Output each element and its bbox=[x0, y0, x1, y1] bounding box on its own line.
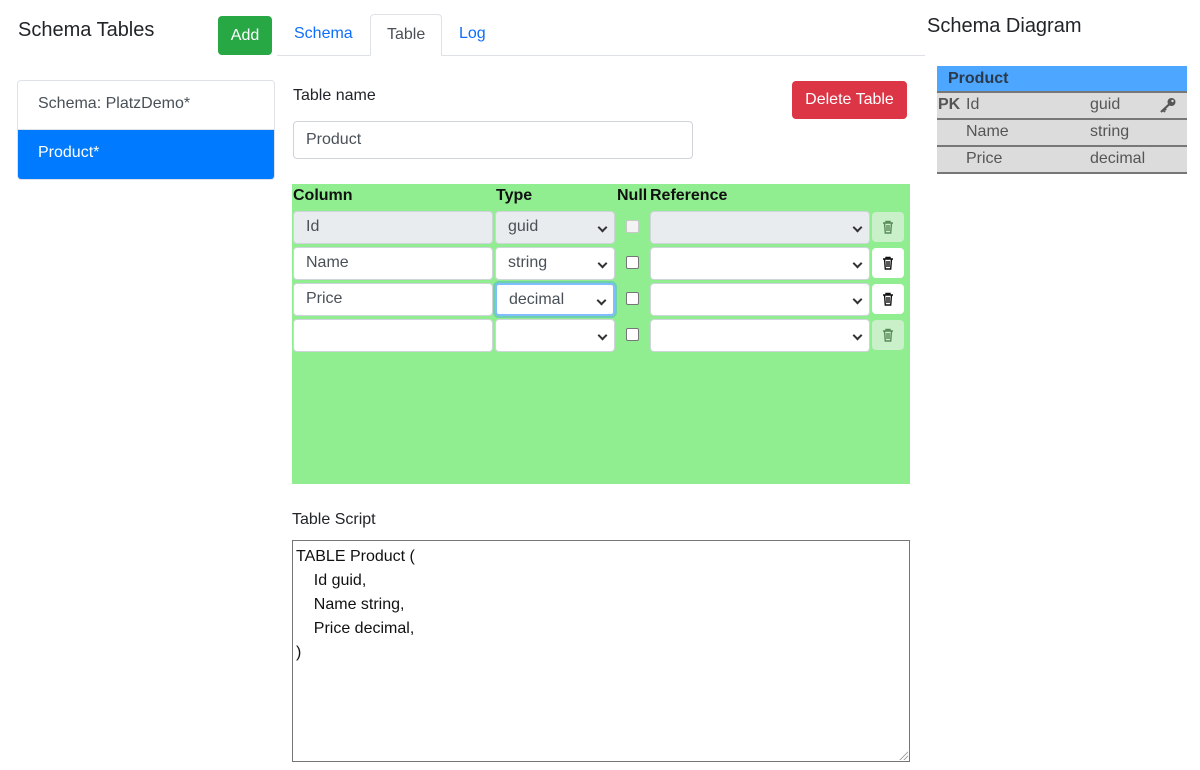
chevron-down-icon bbox=[596, 295, 607, 306]
delete-column-button[interactable] bbox=[872, 212, 904, 242]
type-select[interactable]: guid bbox=[495, 211, 615, 244]
reference-select[interactable] bbox=[650, 211, 870, 244]
null-header: Null bbox=[617, 187, 648, 204]
reference-select[interactable] bbox=[650, 283, 870, 316]
type-select-value: guid bbox=[508, 218, 539, 235]
table-script-content: TABLE Product ( Id guid, Name string, Pr… bbox=[296, 548, 415, 661]
null-checkbox[interactable] bbox=[626, 256, 639, 269]
tab-schema[interactable]: Schema bbox=[278, 14, 369, 56]
diagram-row: PK Id guid bbox=[937, 93, 1187, 120]
table-script-textarea[interactable]: TABLE Product ( Id guid, Name string, Pr… bbox=[292, 540, 910, 762]
chevron-down-icon bbox=[597, 258, 608, 269]
diagram-table: Product PK Id guid Name string Price dec… bbox=[937, 66, 1187, 174]
chevron-down-icon bbox=[597, 330, 608, 341]
pk-label: PK bbox=[938, 96, 961, 113]
diagram-column-name: Id bbox=[966, 96, 980, 113]
delete-column-button[interactable] bbox=[872, 248, 904, 278]
delete-column-button[interactable] bbox=[872, 320, 904, 350]
schema-diagram-title: Schema Diagram bbox=[927, 15, 1082, 37]
null-checkbox[interactable] bbox=[626, 220, 639, 233]
type-select-value: decimal bbox=[509, 291, 565, 308]
chevron-down-icon bbox=[597, 222, 608, 233]
chevron-down-icon bbox=[852, 330, 863, 341]
table-name-input[interactable] bbox=[293, 121, 693, 159]
table-list: Schema: PlatzDemo* Product* bbox=[17, 80, 275, 180]
diagram-column-type: string bbox=[1090, 123, 1130, 140]
delete-table-button[interactable]: Delete Table bbox=[792, 81, 907, 119]
column-name-input[interactable] bbox=[293, 319, 493, 352]
type-select-value: string bbox=[508, 254, 548, 271]
type-header: Type bbox=[496, 187, 533, 204]
trash-icon bbox=[883, 220, 893, 234]
column-name-input[interactable]: Name bbox=[293, 247, 493, 280]
list-item-schema[interactable]: Schema: PlatzDemo* bbox=[18, 81, 274, 130]
type-select[interactable]: decimal bbox=[495, 283, 615, 316]
null-checkbox[interactable] bbox=[626, 328, 639, 341]
diagram-table-name: Product bbox=[937, 66, 1187, 93]
column-name-input[interactable]: Price bbox=[293, 283, 493, 316]
list-item-product[interactable]: Product* bbox=[18, 130, 274, 179]
chevron-down-icon bbox=[852, 258, 863, 269]
schema-tables-title: Schema Tables bbox=[18, 19, 155, 41]
reference-select[interactable] bbox=[650, 319, 870, 352]
trash-icon bbox=[883, 256, 893, 270]
null-checkbox[interactable] bbox=[626, 292, 639, 305]
reference-header: Reference bbox=[650, 187, 728, 204]
trash-icon bbox=[883, 292, 893, 306]
tab-table[interactable]: Table bbox=[370, 14, 442, 56]
column-name-input[interactable]: Id bbox=[293, 211, 493, 244]
add-button[interactable]: Add bbox=[218, 16, 272, 55]
reference-select[interactable] bbox=[650, 247, 870, 280]
tab-log[interactable]: Log bbox=[443, 14, 502, 56]
chevron-down-icon bbox=[852, 294, 863, 305]
table-name-label: Table name bbox=[293, 87, 376, 104]
diagram-column-type: decimal bbox=[1090, 150, 1146, 167]
column-header: Column bbox=[293, 187, 353, 204]
diagram-column-type: guid bbox=[1090, 96, 1121, 113]
diagram-row: Name string bbox=[937, 120, 1187, 147]
resize-handle[interactable] bbox=[898, 750, 908, 760]
key-icon bbox=[1160, 98, 1176, 113]
delete-column-button[interactable] bbox=[872, 284, 904, 314]
trash-icon bbox=[883, 328, 893, 342]
diagram-row: Price decimal bbox=[937, 147, 1187, 174]
type-select[interactable] bbox=[495, 319, 615, 352]
diagram-column-name: Name bbox=[966, 123, 1009, 140]
diagram-column-name: Price bbox=[966, 150, 1003, 167]
chevron-down-icon bbox=[852, 222, 863, 233]
type-select[interactable]: string bbox=[495, 247, 615, 280]
table-script-label: Table Script bbox=[292, 511, 376, 528]
